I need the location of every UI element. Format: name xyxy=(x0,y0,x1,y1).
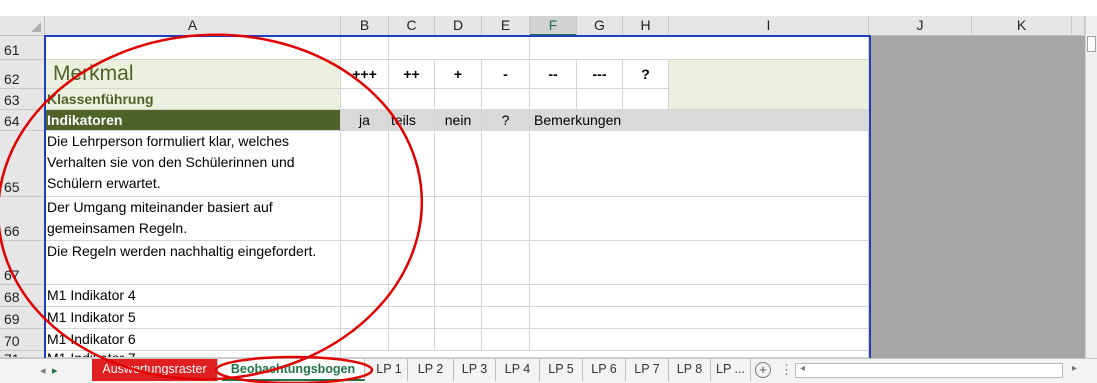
tab-lp6[interactable]: LP 6 xyxy=(583,359,626,381)
row-header-65[interactable]: 65 xyxy=(0,131,45,197)
column-header-i[interactable]: I xyxy=(669,16,869,36)
column-header-d[interactable]: D xyxy=(435,16,482,36)
tab-lp3[interactable]: LP 3 xyxy=(454,359,496,381)
tab-lp1[interactable]: LP 1 xyxy=(371,359,408,381)
tab-auswertungsraster[interactable]: Auswertungsraster xyxy=(92,359,218,381)
row-header-67[interactable]: 67 xyxy=(0,241,45,285)
column-header-a[interactable]: A xyxy=(45,16,341,36)
tab-lp4[interactable]: LP 4 xyxy=(496,359,540,381)
select-all-corner[interactable] xyxy=(0,16,45,36)
row-header-70[interactable]: 70 xyxy=(0,329,45,351)
selection-border xyxy=(44,35,871,358)
hscroll-right-icon[interactable]: ▸ xyxy=(1072,363,1077,374)
row-header-71[interactable]: 71 xyxy=(0,351,45,358)
sheet-tab-bar: ◂ ▸ Auswertungsraster Beobachtungsbogen … xyxy=(0,358,1097,383)
column-header-bar: A B C D E F G H I J K xyxy=(0,0,1097,36)
row-header-62[interactable]: 62 xyxy=(0,60,45,89)
column-header-k[interactable]: K xyxy=(972,16,1072,36)
row-header-69[interactable]: 69 xyxy=(0,307,45,329)
hscroll-left-icon[interactable]: ◂ xyxy=(800,363,805,374)
vertical-scroll-thumb[interactable] xyxy=(1087,36,1096,52)
column-header-j[interactable]: J xyxy=(869,16,972,36)
column-header-e[interactable]: E xyxy=(482,16,530,36)
row-header-64[interactable]: 64 xyxy=(0,110,45,131)
column-header-overflow xyxy=(1072,16,1085,36)
tab-lp5[interactable]: LP 5 xyxy=(540,359,583,381)
gray-filler-area xyxy=(869,36,1085,358)
column-header-b[interactable]: B xyxy=(341,16,389,36)
tab-scroll-right-icon[interactable]: ▸ xyxy=(52,364,58,377)
add-sheet-icon[interactable]: + xyxy=(755,362,771,378)
row-header-61[interactable]: 61 xyxy=(0,36,45,60)
row-header-66[interactable]: 66 xyxy=(0,197,45,241)
tab-lp8[interactable]: LP 8 xyxy=(669,359,711,381)
column-header-h[interactable]: H xyxy=(623,16,669,36)
row-header-63[interactable]: 63 xyxy=(0,89,45,110)
horizontal-scrollbar[interactable] xyxy=(795,363,1063,378)
tab-splitter-icon[interactable]: ⋮ xyxy=(780,362,793,378)
column-header-f[interactable]: F xyxy=(530,16,577,36)
column-header-c[interactable]: C xyxy=(389,16,435,36)
tab-lp-more[interactable]: LP ... xyxy=(711,359,751,381)
vertical-scrollbar[interactable] xyxy=(1085,16,1097,358)
tab-lp7[interactable]: LP 7 xyxy=(626,359,669,381)
column-header-g[interactable]: G xyxy=(577,16,623,36)
tab-lp2[interactable]: LP 2 xyxy=(408,359,454,381)
row-header-68[interactable]: 68 xyxy=(0,285,45,307)
tab-beobachtungsbogen[interactable]: Beobachtungsbogen xyxy=(222,359,365,381)
tab-scroll-left-icon[interactable]: ◂ xyxy=(40,364,46,377)
